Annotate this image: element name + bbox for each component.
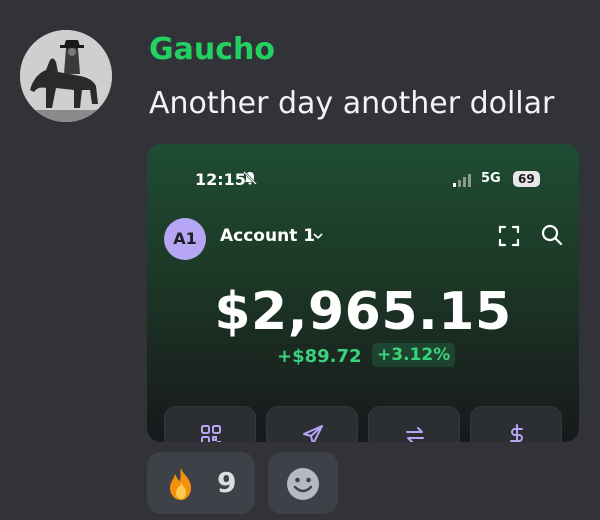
scan-icon [498,225,520,247]
battery-level: 69 [513,171,540,187]
dollar-icon [510,424,523,442]
cowboy-on-horse-image [20,30,112,122]
receive-button [164,406,256,442]
muted-bell-icon [243,171,257,185]
search-icon [541,224,563,246]
status-time: 12:15 [195,170,246,189]
send-icon [303,425,323,442]
add-reaction-button[interactable] [268,452,338,514]
qr-code-icon [201,425,221,442]
fire-icon [170,468,191,500]
network-type: 5G [481,171,501,186]
message-text: Another day another dollar [149,86,555,121]
chevron-down-icon [313,233,323,240]
buy-button [470,406,562,442]
smiley-icon [287,468,319,500]
screenshot-embed[interactable]: 12:15 5G 69 A1 Account 1 $2,965.15 +$89.… [147,144,579,442]
user-avatar[interactable] [20,30,112,122]
account-name: Account 1 [220,226,316,246]
signal-icon [453,174,471,187]
reaction-fire[interactable]: 9 [147,452,255,514]
reaction-count: 9 [217,466,237,499]
change-percent: +3.12% [372,343,456,367]
swap-icon [406,427,424,442]
send-button [266,406,358,442]
balance-amount: $2,965.15 [214,282,512,342]
change-amount: +$89.72 [277,346,362,367]
swap-button [368,406,460,442]
account-avatar: A1 [164,218,206,260]
username[interactable]: Gaucho [149,32,275,67]
